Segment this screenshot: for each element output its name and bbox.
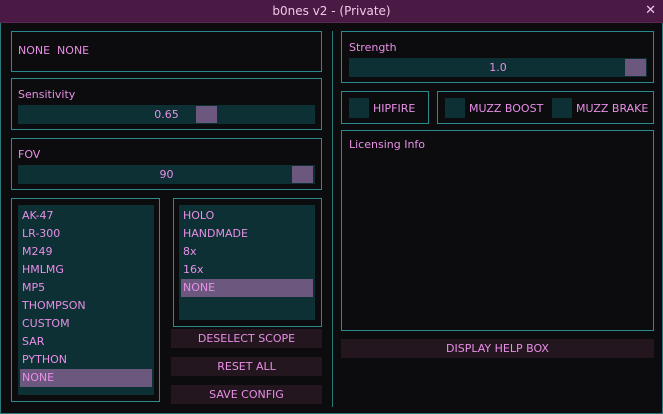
- strength-slider[interactable]: 1.0: [349, 58, 647, 77]
- strength-panel: Strength 1.0: [341, 31, 654, 83]
- title-bar: b0nes v2 - (Private) ✕: [0, 0, 663, 23]
- list-item[interactable]: NONE: [181, 279, 313, 297]
- list-item[interactable]: 16x: [181, 261, 313, 279]
- hipfire-checkbox[interactable]: [349, 98, 369, 118]
- fov-value: 90: [159, 168, 174, 181]
- list-item[interactable]: SAR: [20, 333, 152, 351]
- weapon-panel: AK-47 LR-300 M249 HMLMG MP5 THOMPSON CUSTOM SAR…: [11, 198, 160, 402]
- strength-label: Strength: [349, 41, 397, 54]
- sensitivity-label: Sensitivity: [18, 88, 76, 101]
- muzz-boost-checkbox[interactable]: [445, 98, 465, 118]
- list-item[interactable]: 8x: [181, 243, 313, 261]
- status-text: NONE NONE: [18, 44, 90, 57]
- list-item[interactable]: NONE: [20, 369, 152, 387]
- muzzle-toggle-panel: MUZZ BOOST MUZZ BRAKE: [437, 91, 654, 124]
- hipfire-toggle-panel: HIPFIRE: [341, 91, 429, 124]
- list-item[interactable]: M249: [20, 243, 152, 261]
- list-item[interactable]: HMLMG: [20, 261, 152, 279]
- list-item[interactable]: CUSTOM: [20, 315, 152, 333]
- window-title: b0nes v2 - (Private): [272, 4, 391, 18]
- muzz-boost-label: MUZZ BOOST: [469, 102, 544, 115]
- strength-slider-thumb[interactable]: [625, 59, 646, 76]
- muzz-brake-label: MUZZ BRAKE: [576, 102, 649, 115]
- fov-slider[interactable]: 90: [18, 165, 315, 184]
- sensitivity-panel: Sensitivity 0.65: [11, 78, 322, 130]
- licensing-panel: Licensing Info: [341, 130, 654, 331]
- main-window: NONE NONE Sensitivity 0.65 FOV 90 AK-47 L…: [0, 23, 663, 414]
- sensitivity-slider[interactable]: 0.65: [18, 105, 315, 124]
- save-config-button[interactable]: SAVE CONFIG: [171, 385, 322, 404]
- list-item[interactable]: LR-300: [20, 225, 152, 243]
- display-help-box-button[interactable]: DISPLAY HELP BOX: [341, 339, 654, 358]
- list-item[interactable]: HOLO: [181, 207, 313, 225]
- status-panel: NONE NONE: [11, 31, 322, 72]
- scope-list[interactable]: HOLO HANDMADE 8x 16x NONE: [179, 205, 315, 320]
- fov-panel: FOV 90: [11, 138, 322, 190]
- close-icon[interactable]: ✕: [645, 3, 656, 18]
- weapon-list[interactable]: AK-47 LR-300 M249 HMLMG MP5 THOMPSON CUSTOM SAR…: [18, 205, 154, 395]
- reset-all-button[interactable]: RESET ALL: [171, 357, 322, 376]
- list-item[interactable]: AK-47: [20, 207, 152, 225]
- list-item[interactable]: PYTHON: [20, 351, 152, 369]
- licensing-label: Licensing Info: [349, 138, 426, 151]
- deselect-scope-button[interactable]: DESELECT SCOPE: [171, 329, 322, 348]
- list-item[interactable]: THOMPSON: [20, 297, 152, 315]
- sensitivity-value: 0.65: [154, 108, 179, 121]
- list-item[interactable]: MP5: [20, 279, 152, 297]
- sensitivity-slider-thumb[interactable]: [196, 106, 217, 123]
- fov-slider-thumb[interactable]: [292, 166, 313, 183]
- muzz-brake-checkbox[interactable]: [552, 98, 572, 118]
- column-divider: [332, 31, 333, 407]
- hipfire-label: HIPFIRE: [373, 102, 416, 115]
- strength-value: 1.0: [489, 61, 507, 74]
- scope-panel: HOLO HANDMADE 8x 16x NONE: [173, 198, 322, 327]
- fov-label: FOV: [18, 148, 41, 161]
- list-item[interactable]: HANDMADE: [181, 225, 313, 243]
